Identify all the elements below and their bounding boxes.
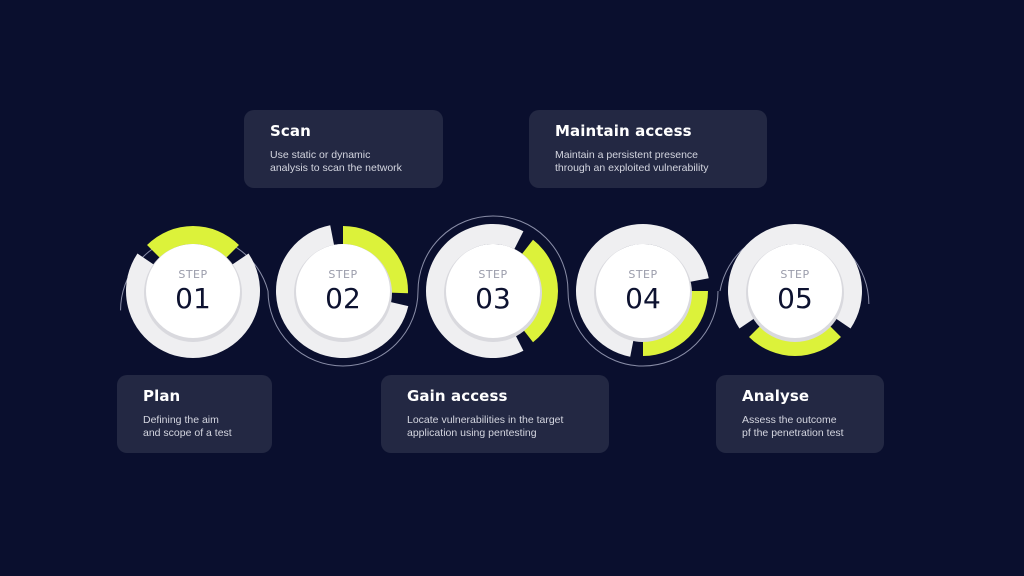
card-description: Defining the aim and scope of a test xyxy=(143,414,272,440)
step-01: STEP01 xyxy=(126,225,261,358)
card-description: Locate vulnerabilities in the target app… xyxy=(407,414,609,440)
card-title: Analyse xyxy=(742,387,810,405)
step-card-gain-access: Gain access Locate vulnerabilities in th… xyxy=(381,375,609,453)
step-05: STEP05 xyxy=(728,224,862,356)
card-description-line: Locate vulnerabilities in the target xyxy=(407,414,564,426)
card-description-line: through an exploited vulnerability xyxy=(555,162,709,174)
step-04: STEP04 xyxy=(575,223,709,357)
step-number: 01 xyxy=(175,282,211,315)
step-number: 04 xyxy=(625,282,661,315)
card-title: Gain access xyxy=(407,387,508,405)
card-description-line: and scope of a test xyxy=(143,427,232,439)
step-card-maintain-access: Maintain access Maintain a persistent pr… xyxy=(529,110,767,188)
card-description: Assess the outcome pf the penetration te… xyxy=(742,414,884,440)
card-title: Maintain access xyxy=(555,122,692,140)
step-card-plan: Plan Defining the aim and scope of a tes… xyxy=(117,375,272,453)
card-description-line: analysis to scan the network xyxy=(270,162,402,174)
card-description-line: pf the penetration test xyxy=(742,427,844,439)
card-title: Plan xyxy=(143,387,181,405)
step-number: 02 xyxy=(325,282,361,315)
card-description: Use static or dynamic analysis to scan t… xyxy=(270,149,443,175)
card-description-line: Defining the aim xyxy=(143,414,219,426)
step-label: STEP xyxy=(178,268,207,281)
step-label: STEP xyxy=(478,268,507,281)
step-card-scan: Scan Use static or dynamic analysis to s… xyxy=(244,110,443,188)
step-label: STEP xyxy=(328,268,357,281)
card-description-line: Use static or dynamic xyxy=(270,149,371,161)
step-card-analyse: Analyse Assess the outcome pf the penetr… xyxy=(716,375,884,453)
step-label: STEP xyxy=(780,268,809,281)
card-description-line: Assess the outcome xyxy=(742,414,837,426)
card-description: Maintain a persistent presence through a… xyxy=(555,149,767,175)
step-number: 03 xyxy=(475,282,511,315)
process-diagram: STEP01STEP02STEP03STEP04STEP05 xyxy=(120,215,870,367)
step-02: STEP02 xyxy=(275,225,409,358)
card-description-line: Maintain a persistent presence xyxy=(555,149,698,161)
card-description-line: application using pentesting xyxy=(407,427,537,439)
step-number: 05 xyxy=(777,282,813,315)
step-03: STEP03 xyxy=(425,223,558,359)
step-label: STEP xyxy=(628,268,657,281)
card-title: Scan xyxy=(270,122,311,140)
